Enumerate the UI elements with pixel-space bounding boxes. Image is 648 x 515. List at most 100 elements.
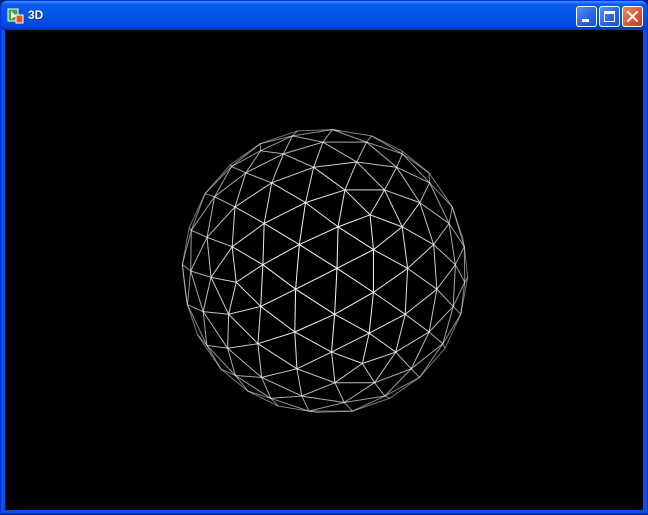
- sphere-edge: [429, 332, 443, 344]
- sphere-edge: [429, 173, 430, 183]
- sphere-edge: [261, 265, 263, 307]
- sphere-edge: [235, 375, 261, 377]
- sphere-edge: [449, 223, 455, 264]
- sphere-edge: [385, 377, 420, 396]
- sphere-edge: [229, 282, 237, 314]
- sphere-edge: [452, 207, 462, 237]
- sphere-edge: [314, 167, 345, 190]
- sphere-edge: [396, 352, 411, 369]
- sphere-edge: [375, 369, 412, 383]
- sphere-edge: [335, 364, 362, 383]
- app-icon[interactable]: [7, 7, 24, 24]
- sphere-edge: [362, 364, 374, 383]
- sphere-edge: [373, 250, 407, 269]
- sphere-edge: [362, 333, 369, 363]
- sphere-edge: [295, 332, 332, 352]
- sphere-edge: [306, 203, 339, 227]
- sphere-edge: [437, 289, 453, 306]
- sphere-edge: [246, 154, 284, 173]
- sphere-edge: [434, 245, 456, 265]
- sphere-edge: [335, 383, 344, 403]
- sphere-edge: [283, 142, 322, 154]
- sphere-edge: [385, 167, 397, 190]
- sphere-edge: [260, 136, 292, 144]
- sphere-edge: [258, 332, 295, 344]
- sphere-edge: [402, 227, 407, 269]
- sphere-edge: [261, 151, 284, 154]
- sphere-edge: [258, 344, 297, 369]
- sphere-edge: [191, 271, 211, 277]
- sphere-edge: [405, 314, 429, 332]
- sphere-edge: [211, 247, 232, 278]
- sphere-edge: [405, 289, 437, 314]
- sphere-edge: [323, 142, 357, 162]
- sphere-edge: [299, 203, 305, 245]
- sphere-edge: [299, 245, 337, 269]
- sphere-edge: [455, 265, 464, 283]
- sphere-edge: [295, 332, 297, 369]
- sphere-edge: [390, 377, 420, 398]
- close-button[interactable]: [622, 6, 643, 27]
- sphere-edge: [430, 183, 453, 207]
- sphere-edge: [332, 314, 335, 352]
- sphere-edge: [292, 136, 323, 142]
- sphere-edge: [205, 165, 230, 194]
- sphere-edge: [385, 396, 390, 398]
- sphere-edge: [397, 154, 403, 167]
- sphere-edge: [362, 352, 395, 363]
- sphere-edge: [228, 314, 229, 348]
- sphere-edge: [344, 403, 352, 412]
- sphere-edge: [297, 369, 335, 383]
- sphere-edge: [235, 375, 248, 391]
- sphere-edge: [205, 194, 215, 197]
- sphere-edge: [296, 289, 335, 314]
- sphere-edge: [211, 277, 229, 314]
- sphere-edge: [367, 136, 372, 142]
- sphere-edge: [373, 292, 405, 314]
- sphere-edge: [302, 396, 344, 402]
- sphere-edge: [232, 223, 264, 246]
- sphere-edge: [344, 383, 374, 403]
- sphere-edge: [420, 183, 430, 203]
- maximize-button[interactable]: [599, 6, 620, 27]
- sphere-edge: [271, 396, 302, 398]
- sphere-edge: [261, 289, 296, 306]
- sphere-edge: [207, 237, 211, 277]
- sphere-edge: [314, 142, 323, 167]
- sphere-edge: [402, 203, 420, 227]
- sphere-edge: [236, 282, 260, 306]
- sphere-edge: [443, 344, 445, 349]
- sphere-edge: [299, 227, 338, 245]
- sphere-edge: [264, 183, 272, 224]
- sphere-edge: [261, 306, 295, 332]
- title-bar[interactable]: 3D: [1, 1, 647, 30]
- sphere-edge: [263, 245, 299, 265]
- sphere-edge: [309, 403, 344, 412]
- sphere-edge: [191, 230, 192, 271]
- sphere-edge: [323, 130, 332, 143]
- sphere-edge: [182, 265, 187, 305]
- sphere-edge: [215, 173, 246, 197]
- sphere-edge: [215, 197, 235, 207]
- sphere-edge: [258, 306, 261, 343]
- sphere-edge: [228, 344, 258, 349]
- sphere-edge: [306, 190, 345, 203]
- sphere-edge: [272, 154, 284, 183]
- sphere-edge: [258, 344, 262, 378]
- sphere-edge: [229, 314, 258, 343]
- sphere-edge: [236, 265, 263, 283]
- sphere-edge: [182, 265, 190, 271]
- sphere-edge: [370, 215, 373, 250]
- sphere-edge: [369, 333, 396, 352]
- sphere-edge: [191, 271, 204, 312]
- sphere-edge: [345, 162, 357, 190]
- sphere-edge: [337, 227, 338, 269]
- sphere-edge: [235, 207, 264, 224]
- minimize-button[interactable]: [576, 6, 597, 27]
- sphere-edge: [420, 344, 443, 378]
- sphere-edge: [211, 277, 236, 282]
- sphere-edge: [229, 306, 261, 314]
- sphere-edge: [235, 183, 272, 207]
- render-viewport[interactable]: [5, 30, 643, 510]
- sphere-edge: [434, 223, 449, 244]
